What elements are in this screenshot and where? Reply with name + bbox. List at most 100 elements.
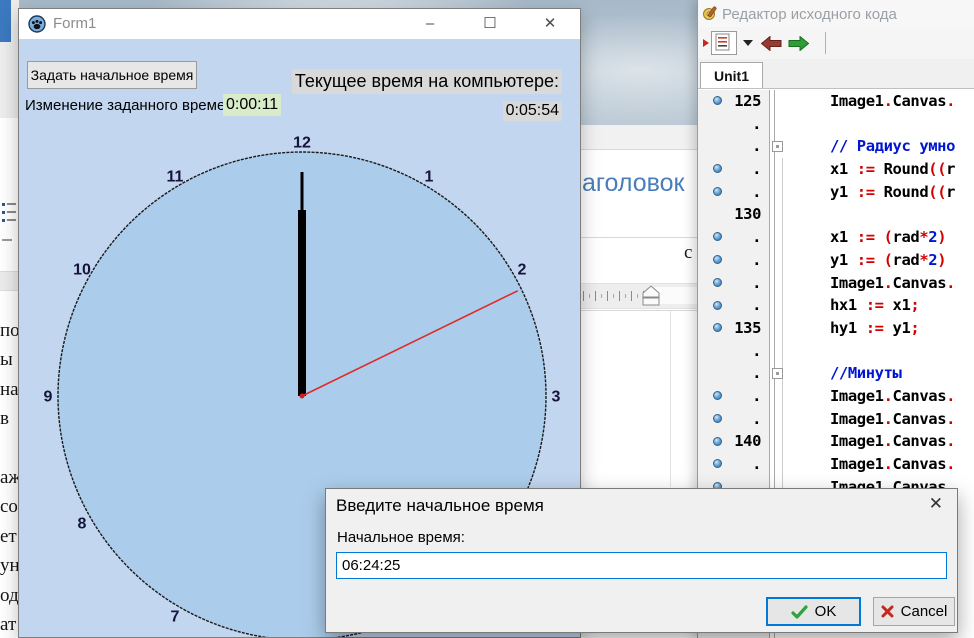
breakpoint-dot[interactable]: [713, 255, 722, 264]
code-text[interactable]: x1 := Round((r: [788, 158, 974, 181]
breakpoint-dot[interactable]: [713, 391, 722, 400]
word-ruler[interactable]: [581, 283, 697, 309]
code-line[interactable]: . y1 := Round((r: [698, 181, 974, 204]
code-line[interactable]: . //Минуты: [698, 362, 974, 385]
gutter-cell[interactable]: 125: [698, 90, 769, 113]
clock-number-10: 10: [73, 262, 91, 279]
code-text[interactable]: // Радиус умно: [788, 135, 974, 158]
breakpoint-dot[interactable]: [713, 437, 722, 446]
maximize-button[interactable]: ☐: [466, 9, 514, 39]
start-time-input[interactable]: [336, 552, 947, 579]
numbered-list-icon[interactable]: [2, 202, 16, 224]
code-line[interactable]: 125 Image1.Canvas.: [698, 90, 974, 113]
form1-titlebar[interactable]: Form1 – ☐ ✕: [19, 9, 580, 39]
code-text[interactable]: Image1.Canvas.: [788, 385, 974, 408]
clock-number-3: 3: [552, 389, 561, 406]
breakpoint-dot[interactable]: [713, 232, 722, 241]
editor-titlebar[interactable]: Редактор исходного кода: [698, 0, 974, 28]
breakpoint-dot[interactable]: [713, 96, 722, 105]
gutter-cell[interactable]: .: [698, 408, 769, 431]
fold-toggle-icon[interactable]: [772, 368, 783, 379]
gutter-cell[interactable]: .: [698, 362, 769, 385]
code-text[interactable]: x1 := (rad*2): [788, 226, 974, 249]
fold-toggle-icon[interactable]: [772, 141, 783, 152]
code-text[interactable]: [788, 113, 974, 136]
gutter-cell[interactable]: .: [698, 181, 769, 204]
navigate-forward-button[interactable]: [788, 36, 809, 51]
gutter-cell[interactable]: .: [698, 158, 769, 181]
navigate-back-button[interactable]: [761, 36, 782, 51]
code-line[interactable]: . Image1.Canvas.: [698, 453, 974, 476]
code-line[interactable]: . y1 := (rad*2): [698, 249, 974, 272]
minimize-button[interactable]: –: [406, 9, 454, 39]
fold-margin: [769, 385, 788, 408]
ok-button[interactable]: OK: [766, 597, 861, 626]
gutter-cell[interactable]: .: [698, 249, 769, 272]
code-line[interactable]: 140 Image1.Canvas.: [698, 430, 974, 453]
code-text[interactable]: //Минуты: [788, 362, 974, 385]
chevron-down-icon[interactable]: [743, 40, 753, 46]
breakpoint-dot[interactable]: [713, 323, 722, 332]
editor-tabbar: Unit1: [698, 59, 974, 89]
indent-marker-icon[interactable]: [640, 285, 662, 307]
code-text[interactable]: Image1.Canvas.: [788, 430, 974, 453]
set-start-time-button[interactable]: Задать начальное время: [27, 61, 197, 89]
gutter-cell[interactable]: .: [698, 453, 769, 476]
start-time-label: Начальное время:: [337, 529, 465, 546]
document-text-fragment: в: [0, 404, 19, 433]
gutter-cell[interactable]: 130: [698, 203, 769, 226]
code-line[interactable]: 130: [698, 203, 974, 226]
fold-margin: [769, 453, 788, 476]
code-structure-button[interactable]: [711, 31, 737, 55]
tab-unit1[interactable]: Unit1: [700, 62, 763, 88]
breakpoint-dot[interactable]: [713, 278, 722, 287]
code-text[interactable]: y1 := Round((r: [788, 181, 974, 204]
breakpoint-dot[interactable]: [713, 301, 722, 310]
jump-marker-icon: [702, 38, 710, 48]
gutter-cell[interactable]: 140: [698, 430, 769, 453]
code-text[interactable]: Image1.Canvas.: [788, 635, 974, 638]
gutter-cell[interactable]: .: [698, 113, 769, 136]
breakpoint-dot[interactable]: [713, 187, 722, 196]
code-line[interactable]: . Image1.Canvas.: [698, 408, 974, 431]
code-line[interactable]: . x1 := (rad*2): [698, 226, 974, 249]
code-line[interactable]: . Image1.Canvas.: [698, 385, 974, 408]
document-text-fragment: од: [0, 581, 19, 610]
gutter-cell[interactable]: .: [698, 135, 769, 158]
code-text[interactable]: Image1.Canvas.: [788, 90, 974, 113]
fold-margin: [769, 272, 788, 295]
document-text-fragment: на: [0, 375, 19, 404]
gutter-cell[interactable]: .: [698, 340, 769, 363]
code-text[interactable]: Image1.Canvas.: [788, 272, 974, 295]
code-text[interactable]: Image1.Canvas.: [788, 453, 974, 476]
close-button[interactable]: ✕: [526, 9, 574, 39]
code-text[interactable]: hy1 := y1;: [788, 317, 974, 340]
code-text[interactable]: [788, 340, 974, 363]
code-line[interactable]: . hx1 := x1;: [698, 294, 974, 317]
code-text[interactable]: y1 := (rad*2): [788, 249, 974, 272]
code-line[interactable]: . Image1.Canvas.: [698, 272, 974, 295]
code-line[interactable]: 135 hy1 := y1;: [698, 317, 974, 340]
code-line[interactable]: .: [698, 113, 974, 136]
dialog-close-icon[interactable]: ✕: [929, 494, 943, 514]
gutter-cell[interactable]: .: [698, 272, 769, 295]
breakpoint-dot[interactable]: [713, 414, 722, 423]
code-text[interactable]: Image1.Canvas.: [788, 408, 974, 431]
code-line[interactable]: .: [698, 340, 974, 363]
code-text[interactable]: [788, 203, 974, 226]
code-text[interactable]: hx1 := x1;: [788, 294, 974, 317]
fold-margin: [769, 203, 788, 226]
code-line[interactable]: . Image1.Canvas.: [698, 635, 974, 638]
clock-number-1: 1: [425, 169, 434, 186]
gutter-cell[interactable]: .: [698, 294, 769, 317]
cancel-button[interactable]: Cancel: [873, 597, 955, 626]
fold-margin: [769, 340, 788, 363]
code-line[interactable]: . x1 := Round((r: [698, 158, 974, 181]
gutter-cell[interactable]: .: [698, 385, 769, 408]
gutter-cell[interactable]: 135: [698, 317, 769, 340]
breakpoint-dot[interactable]: [713, 164, 722, 173]
gutter-cell[interactable]: .: [698, 226, 769, 249]
breakpoint-dot[interactable]: [713, 459, 722, 468]
code-line[interactable]: . // Радиус умно: [698, 135, 974, 158]
gutter-cell[interactable]: .: [698, 635, 769, 638]
